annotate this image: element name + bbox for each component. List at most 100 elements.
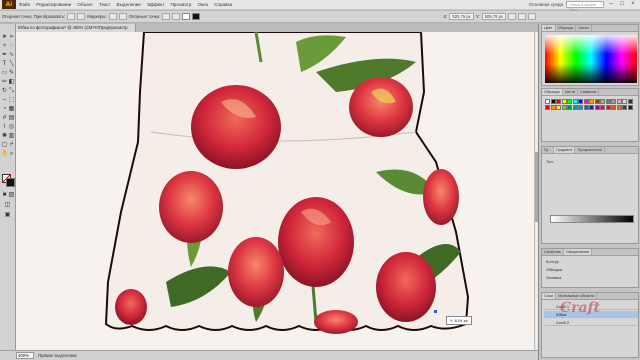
tab-swatches-main[interactable]: Образцы [542, 89, 563, 95]
tab-layers[interactable]: Слои [542, 293, 557, 299]
fill-color-swatch[interactable] [182, 13, 191, 20]
tab-gradient[interactable]: Градиент [554, 147, 576, 153]
tab-brushes-alt[interactable]: Кисти [563, 89, 579, 95]
tab-symbols[interactable]: Символы [578, 89, 600, 95]
convert-smooth-button[interactable] [77, 13, 86, 20]
maximize-icon[interactable]: □ [618, 1, 626, 8]
color-swatch[interactable] [550, 104, 556, 110]
color-swatch[interactable] [600, 104, 605, 110]
stock-search-input[interactable]: Поиск в Adobe Stock [566, 1, 604, 12]
color-swatch[interactable] [556, 99, 561, 104]
gradient-mode-icon[interactable]: ▧ [8, 192, 15, 199]
minimize-icon[interactable]: – [607, 1, 615, 8]
hand-tool-icon[interactable]: ✋ [1, 151, 8, 158]
direct-selection-tool-icon[interactable]: ➢ [8, 34, 15, 41]
color-swatch[interactable] [572, 99, 578, 104]
type-tool-icon[interactable]: T [1, 61, 8, 68]
color-swatch[interactable] [622, 99, 627, 104]
color-swatch[interactable] [583, 104, 589, 110]
menu-type[interactable]: Текст [96, 0, 114, 10]
color-swatch[interactable] [594, 99, 600, 104]
shape-builder-icon[interactable]: ◔ [1, 106, 8, 113]
tab-transparency[interactable]: Прозрачность [575, 147, 606, 153]
zoom-level-field[interactable]: 400% [16, 352, 34, 359]
appearance-stroke-row[interactable]: Обводка [546, 267, 562, 273]
color-swatch[interactable] [600, 99, 605, 104]
gradient-slider[interactable] [550, 215, 634, 223]
color-swatch[interactable] [616, 99, 622, 104]
line-tool-icon[interactable]: ╲ [8, 61, 15, 68]
menu-select[interactable]: Выделение [114, 0, 144, 10]
menu-help[interactable]: Справка [211, 0, 235, 10]
menu-effect[interactable]: Эффект [144, 0, 168, 10]
color-swatch[interactable] [622, 104, 627, 110]
symbol-sprayer-icon[interactable]: ✺ [1, 133, 8, 140]
color-swatch[interactable] [616, 104, 622, 110]
color-swatch[interactable] [572, 104, 578, 110]
color-swatch[interactable] [589, 104, 594, 110]
tab-brushes[interactable]: Кисти [576, 25, 592, 31]
rectangle-tool-icon[interactable]: ▭ [1, 70, 8, 77]
menu-object[interactable]: Объект [74, 0, 96, 10]
color-swatch[interactable] [556, 104, 561, 110]
artboard-tool-icon[interactable]: ▢ [1, 142, 8, 149]
color-swatch[interactable] [578, 99, 583, 104]
rotate-tool-icon[interactable]: ↻ [1, 88, 8, 95]
document-tab[interactable]: Юбка по фотографии.ai* @ 400% (CMYK/Пред… [16, 24, 136, 38]
color-swatch[interactable] [561, 99, 567, 104]
gradient-tool-icon[interactable]: ▤ [8, 115, 15, 122]
color-swatch[interactable] [611, 99, 616, 104]
stroke-color-swatch[interactable] [192, 13, 201, 20]
tab-swatches[interactable]: Образцы [556, 25, 577, 31]
color-swatch[interactable] [561, 104, 567, 110]
blend-tool-icon[interactable]: ◎ [8, 124, 15, 131]
artboard-canvas[interactable]: У: 8,04 px [16, 32, 538, 350]
color-swatch[interactable] [578, 104, 583, 110]
color-swatch[interactable] [545, 99, 550, 104]
color-swatch[interactable] [605, 99, 611, 104]
stroke-swatch[interactable] [6, 178, 15, 187]
pencil-tool-icon[interactable]: ✏ [1, 79, 8, 86]
hide-handles-button[interactable] [108, 13, 117, 20]
curvature-tool-icon[interactable]: ∿ [8, 52, 15, 59]
align-button[interactable] [508, 13, 516, 20]
color-swatch[interactable] [550, 99, 556, 104]
slice-tool-icon[interactable]: ⌿ [8, 142, 15, 149]
color-swatch[interactable] [567, 104, 572, 110]
eraser-icon[interactable]: ◧ [8, 79, 15, 86]
menu-view[interactable]: Просмотр [167, 0, 194, 10]
width-tool-icon[interactable]: ⇔ [1, 97, 8, 104]
pen-tool-icon[interactable]: ✒ [1, 52, 8, 59]
remove-anchor-button[interactable] [162, 13, 171, 20]
color-mode-icon[interactable]: ■ [1, 192, 8, 199]
cut-path-button[interactable] [172, 13, 181, 20]
close-icon[interactable]: × [629, 1, 637, 8]
transform-button[interactable] [518, 13, 526, 20]
menu-file[interactable]: Файл [16, 0, 33, 10]
mesh-tool-icon[interactable]: # [1, 115, 8, 122]
tab-artboards[interactable]: Монтажные области [556, 293, 598, 299]
tab-color[interactable]: Цвет [542, 25, 556, 31]
isolate-button[interactable] [528, 13, 536, 20]
color-swatch[interactable] [545, 104, 550, 110]
tab-gr[interactable]: Гр... [542, 147, 555, 153]
draw-mode-icon[interactable]: ◫ [4, 202, 11, 209]
paintbrush-icon[interactable]: ✎ [8, 70, 15, 77]
convert-corner-button[interactable] [67, 13, 76, 20]
color-swatch[interactable] [627, 104, 633, 110]
x-coordinate-field[interactable]: 520,75 px [449, 13, 474, 20]
y-coordinate-field[interactable]: 608,79 px [481, 13, 506, 20]
free-transform-icon[interactable]: ⬚ [8, 97, 15, 104]
perspective-grid-icon[interactable]: ▦ [8, 106, 15, 113]
magic-wand-icon[interactable]: ✧ [1, 43, 8, 50]
eyedropper-icon[interactable]: ⌇ [1, 124, 8, 131]
screen-mode-icon[interactable]: ▣ [4, 212, 11, 219]
menu-window[interactable]: Окно [194, 0, 211, 10]
color-swatch[interactable] [611, 104, 616, 110]
color-swatch[interactable] [567, 99, 572, 104]
color-swatch[interactable] [605, 104, 611, 110]
show-handles-button[interactable] [118, 13, 127, 20]
lasso-icon[interactable]: ◌ [8, 43, 15, 50]
color-spectrum[interactable] [545, 35, 637, 83]
workspace-switcher[interactable]: Основная среда [529, 2, 563, 7]
